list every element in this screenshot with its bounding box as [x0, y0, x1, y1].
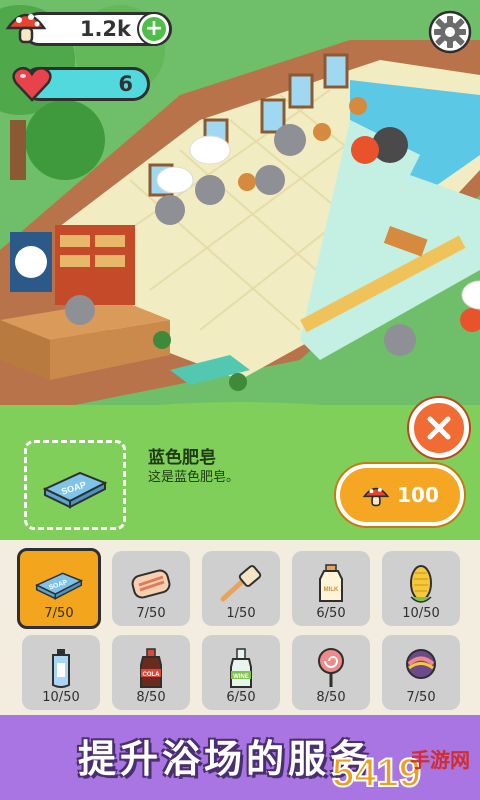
item-name: 蓝色肥皂: [148, 448, 216, 468]
mushroom-coin-icon: [5, 13, 47, 44]
corn-icon: [410, 565, 432, 603]
lotion-icon: [52, 649, 70, 688]
add-coins-button[interactable]: +: [139, 14, 169, 44]
heart-amount: 6: [118, 72, 133, 96]
item-count: 6/50: [316, 606, 346, 621]
item-count: 8/50: [136, 690, 166, 705]
bathhouse-scene: [0, 0, 480, 420]
wine-label: WINE: [233, 674, 249, 680]
inventory-item-milk[interactable]: MILK 6/50: [292, 551, 370, 626]
brush-icon: [220, 565, 262, 602]
inventory-item-towel[interactable]: 7/50: [112, 551, 190, 626]
cola-label: COLA: [143, 672, 161, 678]
watermark-number: 5419: [332, 751, 421, 795]
panel-top-edge: [0, 402, 480, 427]
item-count: 7/50: [44, 606, 74, 621]
inventory-item-wine[interactable]: WINE 6/50: [202, 635, 280, 710]
buy-button[interactable]: 100: [336, 464, 464, 526]
item-count: 8/50: [316, 690, 346, 705]
lollipop-icon: [318, 648, 344, 687]
inventory-item-soap[interactable]: SOAP 7/50: [17, 548, 101, 629]
inventory-item-lotion[interactable]: 10/50: [22, 635, 100, 710]
item-preview-frame: SOAP: [24, 440, 126, 530]
item-description: 这是蓝色肥皂。: [148, 470, 240, 485]
inventory-item-brush[interactable]: 1/50: [202, 551, 280, 626]
settings-gear-icon[interactable]: [428, 10, 472, 54]
heart-icon: [12, 66, 52, 102]
mushroom-coin-icon: [362, 487, 390, 507]
item-count: 6/50: [226, 690, 256, 705]
banner-title: 提升浴场的服务: [78, 737, 373, 781]
item-count: 1/50: [226, 606, 256, 621]
inventory-item-lollipop[interactable]: 8/50: [292, 635, 370, 710]
milk-label: MILK: [324, 587, 339, 593]
item-count: 7/50: [136, 606, 166, 621]
close-icon: [427, 416, 451, 440]
item-count: 10/50: [402, 606, 440, 621]
inventory-item-candy[interactable]: 7/50: [382, 635, 460, 710]
towel-icon: [131, 569, 171, 599]
watermark-site-name: 手游网: [410, 748, 470, 772]
milk-icon: MILK: [319, 564, 343, 602]
game-screen: 1.2k + 6 SOAP 蓝色肥皂 这是蓝色肥皂。 100 SOAP 7/50…: [0, 0, 480, 800]
soap-icon: SOAP: [34, 572, 84, 600]
inventory-item-corn[interactable]: 10/50: [382, 551, 460, 626]
item-count: 7/50: [406, 690, 436, 705]
inventory-item-cola[interactable]: COLA 8/50: [112, 635, 190, 710]
inventory-grid: SOAP 7/50 7/50 1/50 MILK 6/50 10/50 10/5…: [0, 540, 480, 715]
buy-price: 100: [397, 483, 439, 507]
item-count: 10/50: [42, 690, 80, 705]
close-button[interactable]: [409, 398, 469, 458]
cola-icon: COLA: [140, 648, 162, 688]
candy-icon: [406, 649, 436, 679]
coin-amount: 1.2k: [79, 17, 131, 41]
soap-icon: SOAP: [42, 471, 108, 509]
wine-icon: WINE: [230, 648, 252, 688]
